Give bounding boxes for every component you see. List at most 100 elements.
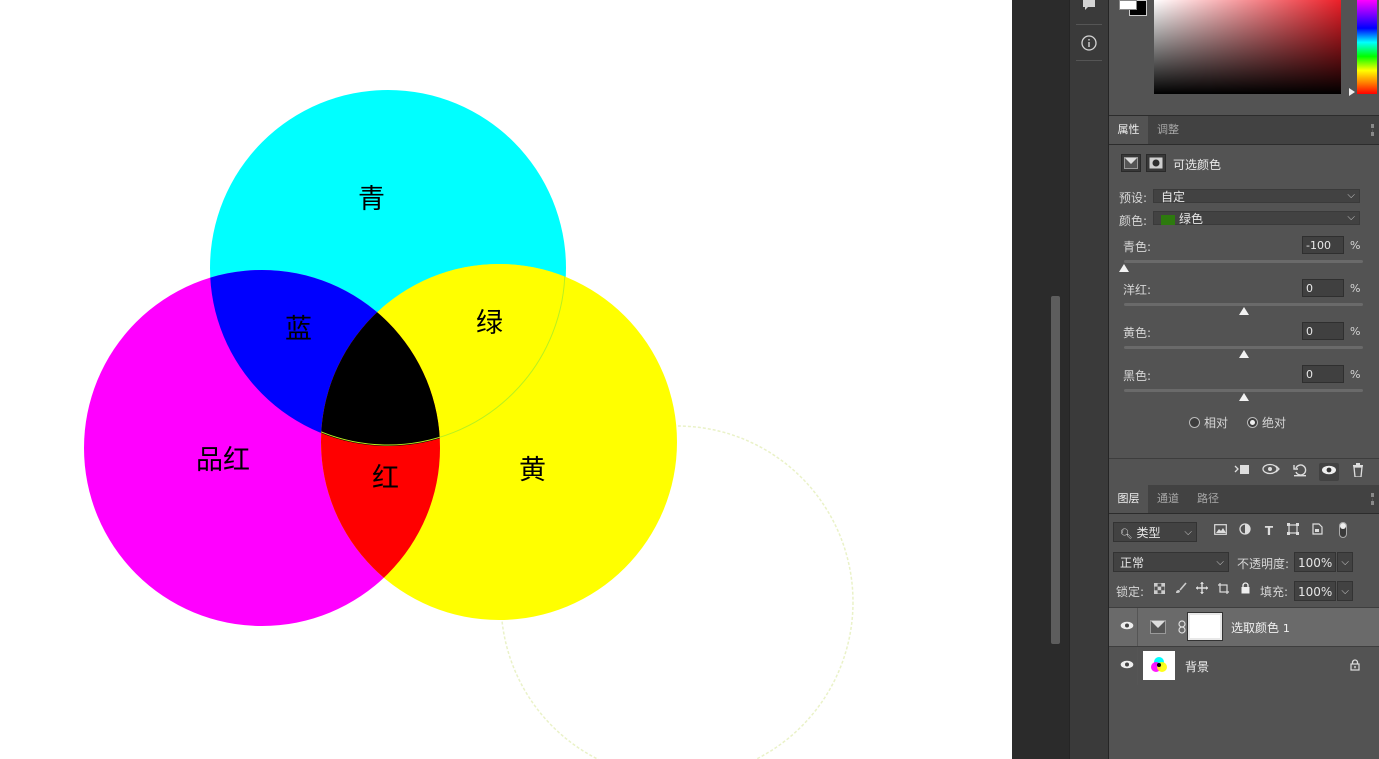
tab-adjustments[interactable]: 调整: [1148, 116, 1188, 144]
lock-artboard-icon[interactable]: [1214, 581, 1232, 599]
right-panels: 属性 调整 可选颜色 预设: 自定 ⌵ 颜色: 绿色 ⌵ 青色: -100 % …: [1109, 0, 1379, 759]
layer-visibility-eye-icon[interactable]: [1119, 658, 1135, 672]
comment-icon[interactable]: [1070, 0, 1108, 22]
fill-dropdown-button[interactable]: ⌵: [1337, 581, 1353, 601]
magenta-value-input[interactable]: 0: [1302, 279, 1344, 297]
layer-name-background: 背景: [1185, 660, 1210, 674]
blend-mode-value: 正常: [1120, 556, 1145, 570]
yellow-slider-thumb[interactable]: [1238, 350, 1249, 358]
color-picker-field[interactable]: [1154, 0, 1341, 94]
search-icon: 🔍︎: [1120, 529, 1133, 540]
adjustment-layer-icon: [1150, 620, 1166, 637]
layer-filter-dropdown[interactable]: 🔍︎ 类型 ⌵: [1113, 522, 1197, 542]
panel-menu-icon[interactable]: [1371, 124, 1377, 136]
blend-mode-dropdown[interactable]: 正常 ⌵: [1113, 552, 1229, 572]
info-icon[interactable]: [1070, 26, 1108, 60]
layers-empty-area: [1109, 685, 1379, 759]
layer-divider: [1137, 608, 1138, 646]
cyan-value-input[interactable]: -100: [1302, 236, 1344, 254]
color-chip: [1161, 214, 1175, 225]
yellow-slider-track[interactable]: [1124, 346, 1363, 349]
black-slider-label: 黑色:: [1123, 369, 1152, 383]
type-filter-icon[interactable]: T: [1260, 522, 1278, 540]
preset-value: 自定: [1161, 190, 1186, 204]
pixel-filter-icon[interactable]: [1211, 522, 1229, 540]
lock-pixels-brush-icon[interactable]: [1172, 581, 1190, 599]
label-magenta: 品红: [196, 445, 250, 476]
lock-position-move-icon[interactable]: [1193, 581, 1211, 599]
black-slider-thumb[interactable]: [1238, 393, 1249, 401]
fill-input[interactable]: 100%: [1294, 581, 1336, 601]
cyan-slider-label: 青色:: [1123, 240, 1152, 254]
strip-divider: [1076, 60, 1102, 61]
tab-paths[interactable]: 路径: [1188, 485, 1228, 513]
panel-icon-strip: [1069, 0, 1109, 759]
mask-link-chain-icon[interactable]: [1178, 620, 1186, 637]
visibility-icon[interactable]: [1319, 463, 1339, 481]
layer-name-selective-color: 选取颜色 1: [1231, 621, 1290, 635]
hue-strip[interactable]: [1357, 0, 1377, 94]
layer-row-background[interactable]: 背景: [1109, 646, 1379, 686]
method-relative-radio[interactable]: 相对: [1189, 414, 1228, 431]
magenta-slider-label: 洋红:: [1123, 283, 1152, 297]
cyan-unit: %: [1350, 239, 1361, 252]
layer-row-selective-color[interactable]: 选取颜色 1: [1109, 607, 1379, 646]
trash-icon[interactable]: [1348, 463, 1368, 481]
hue-marker-icon[interactable]: [1349, 88, 1355, 96]
color-dropdown[interactable]: 绿色 ⌵: [1153, 211, 1360, 226]
magenta-unit: %: [1350, 282, 1361, 295]
layer-mask-icon[interactable]: [1146, 154, 1166, 172]
layer-mask-thumbnail[interactable]: [1187, 612, 1223, 641]
smart-object-filter-icon[interactable]: [1308, 522, 1326, 540]
chevron-down-icon: ⌵: [1347, 212, 1355, 223]
method-absolute-label: 绝对: [1262, 416, 1287, 430]
lock-transparent-icon[interactable]: [1150, 581, 1168, 599]
foreground-color-swatch[interactable]: [1119, 0, 1137, 10]
method-absolute-radio[interactable]: 绝对: [1247, 414, 1286, 431]
filter-toggle-icon[interactable]: [1334, 522, 1352, 540]
opacity-input[interactable]: 100%: [1294, 552, 1336, 572]
magenta-slider-thumb[interactable]: [1238, 307, 1249, 315]
label-cyan: 青: [358, 184, 385, 215]
chevron-down-icon: ⌵: [1341, 586, 1349, 597]
strip-divider: [1076, 24, 1102, 25]
opacity-dropdown-button[interactable]: ⌵: [1337, 552, 1353, 572]
tab-properties[interactable]: 属性: [1109, 116, 1148, 144]
radio-relative-icon: [1189, 417, 1200, 428]
background-layer-thumbnail[interactable]: [1143, 651, 1175, 680]
adjustment-layer-icon[interactable]: [1121, 154, 1141, 172]
adjustment-filter-icon[interactable]: [1236, 522, 1254, 540]
yellow-slider-label: 黄色:: [1123, 326, 1152, 340]
preset-label: 预设:: [1119, 191, 1148, 205]
document-canvas[interactable]: 青 蓝 绿 品红 红 黄: [0, 0, 1012, 759]
chevron-down-icon: ⌵: [1184, 527, 1192, 538]
magenta-slider-track[interactable]: [1124, 303, 1363, 306]
tab-layers[interactable]: 图层: [1109, 485, 1148, 513]
tab-channels[interactable]: 通道: [1148, 485, 1188, 513]
label-blue: 蓝: [285, 314, 312, 345]
yellow-unit: %: [1350, 325, 1361, 338]
canvas-scrollbar[interactable]: [1012, 0, 1069, 759]
lock-icon: [1350, 659, 1360, 674]
venn-diagram: 青 蓝 绿 品红 红 黄: [84, 90, 854, 759]
yellow-value-input[interactable]: 0: [1302, 322, 1344, 340]
label-red: 红: [372, 463, 399, 494]
clip-to-layer-icon[interactable]: [1232, 463, 1252, 481]
fill-label: 填充:: [1260, 585, 1289, 599]
reset-icon[interactable]: [1290, 463, 1310, 481]
layer-visibility-eye-icon[interactable]: [1119, 619, 1135, 633]
shape-filter-icon[interactable]: [1284, 522, 1302, 540]
black-value-input[interactable]: 0: [1302, 365, 1344, 383]
panel-menu-icon[interactable]: [1371, 493, 1377, 505]
cyan-slider-thumb[interactable]: [1119, 264, 1129, 272]
chevron-down-icon: ⌵: [1216, 557, 1224, 568]
preset-dropdown[interactable]: 自定 ⌵: [1153, 189, 1360, 204]
adjustment-title: 可选颜色: [1173, 158, 1222, 172]
label-green: 绿: [476, 308, 503, 339]
view-previous-icon[interactable]: [1261, 463, 1281, 481]
lock-all-icon[interactable]: [1236, 581, 1254, 599]
cyan-slider-track[interactable]: [1124, 260, 1363, 263]
scroll-thumb[interactable]: [1051, 296, 1060, 644]
black-slider-track[interactable]: [1124, 389, 1363, 392]
layer-divider: [1137, 647, 1138, 685]
